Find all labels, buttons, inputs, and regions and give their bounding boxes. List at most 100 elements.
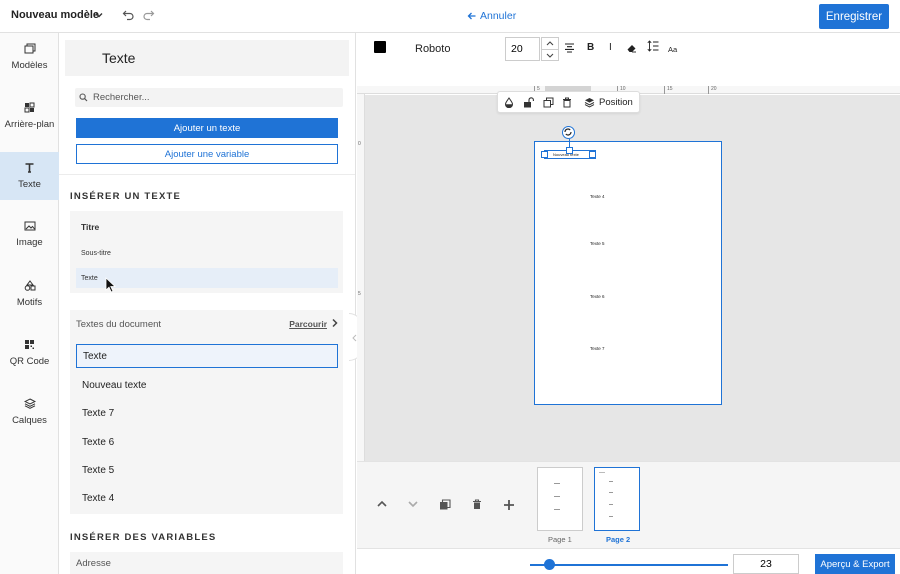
cancel-link[interactable]: Annuler	[467, 10, 516, 22]
align-center-icon[interactable]	[564, 43, 575, 53]
rail-label-text: Texte	[18, 179, 41, 190]
rail-item-qr-code[interactable]: QR Code	[0, 329, 59, 377]
templates-icon	[24, 43, 35, 54]
document-text-item[interactable]: Texte 7	[76, 401, 338, 425]
rail-item-text[interactable]: Texte	[0, 152, 59, 200]
top-bar: Nouveau modèle Annuler Enregistrer	[0, 0, 900, 33]
duplicate-icon[interactable]	[543, 97, 554, 108]
rotate-icon	[564, 128, 572, 136]
resize-handle[interactable]	[589, 151, 596, 158]
add-variable-button[interactable]: Ajouter une variable	[76, 144, 338, 164]
chevron-down-icon[interactable]	[542, 50, 558, 61]
insert-text-title: INSÉRER UN TEXTE	[70, 191, 182, 202]
chevron-down-icon[interactable]	[94, 10, 104, 20]
rail-label-qr-code: QR Code	[9, 356, 50, 367]
element-toolbar: Position	[497, 91, 640, 113]
opacity-icon[interactable]	[504, 97, 514, 108]
position-button[interactable]: Position	[599, 97, 633, 108]
text-icon	[25, 163, 34, 173]
search-box[interactable]	[75, 88, 343, 107]
preview-export-button[interactable]: Aperçu & Export	[815, 554, 895, 574]
document-title[interactable]: Nouveau modèle	[11, 9, 99, 21]
mouse-cursor-icon	[105, 277, 116, 293]
document-text-item[interactable]: Nouveau texte	[76, 373, 338, 397]
cancel-label: Annuler	[480, 10, 517, 22]
move-page-up-icon[interactable]	[376, 499, 388, 509]
add-page-icon[interactable]	[503, 499, 515, 511]
search-input[interactable]	[93, 92, 333, 103]
page-text-element[interactable]: Texte 5	[590, 241, 605, 246]
italic-button[interactable]: I	[609, 42, 612, 53]
rail-label-templates: Modèles	[11, 60, 48, 71]
ruler-tick: 15	[667, 86, 673, 92]
rail-label-image: Image	[16, 237, 43, 248]
page-canvas[interactable]: Texte 4 Texte 5 Texte 6 Texte 7 Nouveau …	[534, 141, 722, 405]
rail-label-layers: Calques	[12, 415, 47, 426]
rotate-handle[interactable]	[562, 126, 575, 139]
redo-icon[interactable]	[142, 9, 155, 22]
variables-card: Adresse	[70, 552, 343, 574]
text-panel: Texte Ajouter un texte Ajouter une varia…	[59, 33, 356, 574]
rail-label-shapes: Motifs	[16, 297, 43, 308]
footer-bar: Aperçu & Export	[357, 548, 900, 574]
chevron-right-icon[interactable]	[330, 318, 339, 328]
font-size-input[interactable]	[505, 37, 540, 61]
background-icon	[24, 102, 35, 113]
duplicate-page-icon[interactable]	[439, 499, 451, 510]
rail-item-shapes[interactable]: Motifs	[0, 270, 59, 318]
document-text-item[interactable]: Texte 6	[76, 430, 338, 454]
document-text-item[interactable]: Texte 5	[76, 458, 338, 482]
chevron-up-icon[interactable]	[542, 38, 558, 49]
rail-item-templates[interactable]: Modèles	[0, 33, 59, 81]
zoom-slider-thumb[interactable]	[544, 559, 555, 570]
text-case-button[interactable]: Aa	[668, 45, 677, 54]
left-rail: Modèles Arrière-plan Texte Image Motifs …	[0, 33, 59, 574]
delete-page-icon[interactable]	[472, 499, 482, 510]
add-text-button[interactable]: Ajouter un texte	[76, 118, 338, 138]
font-size-stepper[interactable]	[541, 37, 559, 61]
document-text-item[interactable]: Texte 4	[76, 486, 338, 510]
zoom-input[interactable]	[733, 554, 799, 574]
search-icon	[79, 93, 88, 102]
document-text-item[interactable]: Texte	[76, 344, 338, 368]
page-text-element[interactable]: Texte 4	[590, 194, 605, 199]
unlock-icon[interactable]	[523, 97, 534, 108]
qr-code-icon	[25, 340, 34, 349]
panel-title: Texte	[102, 50, 136, 66]
page-thumbnail[interactable]	[537, 467, 583, 531]
variable-item[interactable]: Adresse	[76, 558, 111, 569]
layers-icon	[23, 398, 36, 409]
zoom-slider-rail[interactable]	[530, 564, 728, 566]
ruler-tick: 0	[358, 141, 361, 147]
rail-item-background[interactable]: Arrière-plan	[0, 92, 59, 140]
bold-button[interactable]: B	[587, 42, 594, 53]
undo-icon[interactable]	[122, 9, 135, 22]
insert-title-item[interactable]: Titre	[76, 217, 338, 237]
page-text-element[interactable]: Texte 7	[590, 346, 605, 351]
eraser-icon[interactable]	[626, 43, 637, 53]
document-texts-list: Texte Nouveau texte Texte 7 Texte 6 Text…	[70, 338, 343, 514]
browse-link[interactable]: Parcourir	[289, 319, 327, 329]
document-texts-label: Textes du document	[76, 319, 162, 330]
page-thumbnail-label: Page 2	[606, 535, 631, 544]
insert-variables-title: INSÉRER DES VARIABLES	[70, 532, 217, 543]
rail-item-image[interactable]: Image	[0, 211, 59, 259]
page-text-element[interactable]: Texte 6	[590, 294, 605, 299]
page-thumbnail[interactable]	[594, 467, 640, 531]
shapes-icon	[24, 280, 35, 291]
resize-handle[interactable]	[566, 147, 573, 154]
left-ruler: 0 5	[357, 94, 365, 461]
resize-handle[interactable]	[541, 151, 548, 158]
format-toolbar: Roboto B I Aa	[357, 33, 900, 66]
rail-item-layers[interactable]: Calques	[0, 388, 59, 436]
font-family-select[interactable]: Roboto	[415, 43, 450, 55]
trash-icon[interactable]	[562, 97, 572, 108]
line-height-icon[interactable]	[647, 40, 659, 52]
layers-icon[interactable]	[584, 97, 595, 108]
text-color-swatch[interactable]	[374, 41, 386, 53]
move-page-down-icon[interactable]	[407, 499, 419, 509]
page-thumbnail-label: Page 1	[548, 535, 572, 544]
ruler-tick: 5	[358, 291, 361, 297]
save-button[interactable]: Enregistrer	[819, 4, 889, 29]
insert-subtitle-item[interactable]: Sous-titre	[76, 243, 338, 263]
